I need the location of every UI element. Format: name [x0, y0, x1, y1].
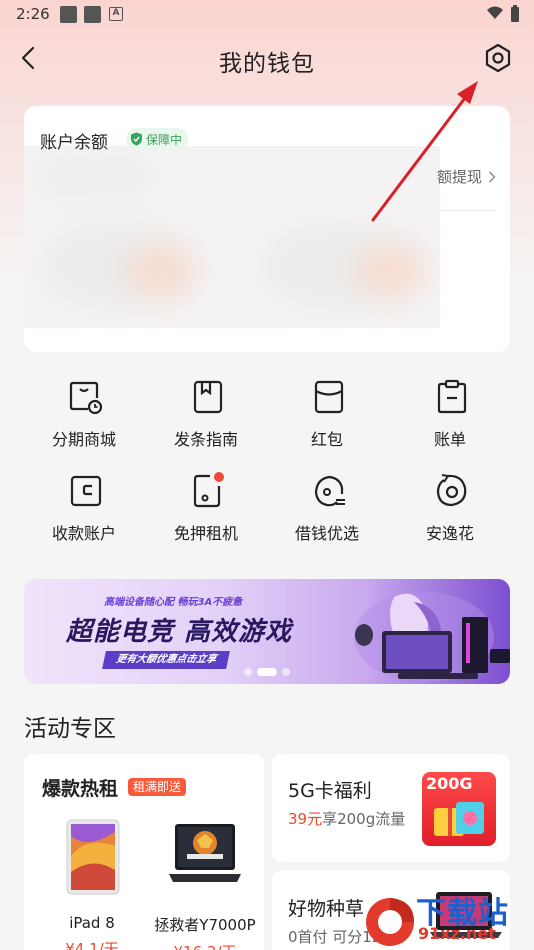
withdraw-link[interactable]: 额提现: [437, 166, 496, 187]
notification-icon: [84, 6, 101, 23]
blurred-balance-area: [24, 146, 440, 328]
card-icon: [70, 475, 102, 507]
grid-item-deposit-free-rental[interactable]: 免押租机: [146, 470, 266, 550]
product-item[interactable]: 拯救者Y7000P ¥16.3/天: [150, 816, 260, 950]
gaming-setup-illustration: [354, 592, 510, 682]
grid-item-label: 借钱优选: [294, 524, 359, 543]
grid-item-label: 安逸花: [425, 524, 474, 543]
grid-item-anyihua[interactable]: 安逸花: [390, 470, 510, 550]
grid-item-installment-mall[interactable]: 分期商城: [24, 376, 144, 456]
status-time: 2:26: [16, 5, 50, 23]
grid-item-label: 分期商城: [51, 430, 116, 449]
grid-item-label: 收款账户: [51, 524, 116, 543]
product-name: 拯救者Y7000P: [154, 916, 256, 934]
grid-item-label: 免押租机: [173, 524, 238, 543]
product-name: iPad 8: [69, 914, 115, 932]
sim-promo-desc: 39元享200g流量: [288, 808, 405, 829]
protection-badge: 保障中: [126, 128, 189, 150]
product-price: ¥16.3/天: [150, 941, 260, 950]
battery-icon: [511, 5, 519, 22]
app-notification-icon: A: [109, 7, 123, 21]
banner-subtitle: 高端设备随心配 畅玩3A不疲惫: [104, 597, 243, 608]
pager-dot[interactable]: [244, 668, 252, 676]
sim-promo-image: 200G: [422, 772, 496, 846]
notification-icon: [60, 6, 77, 23]
gear-icon: [485, 43, 511, 73]
circle-swirl-icon: [436, 474, 467, 507]
section-title: 活动专区: [24, 716, 116, 742]
shield-check-icon: [131, 132, 142, 146]
balance-card[interactable]: 账户余额 保障中 额提现: [24, 106, 510, 352]
settings-button[interactable]: [482, 42, 514, 74]
goods-promo-title: 好物种草: [288, 898, 365, 920]
chevron-right-icon: [489, 171, 496, 182]
banner-title: 超能电竞 高效游戏: [66, 617, 293, 647]
grid-item-receive-account[interactable]: 收款账户: [24, 470, 144, 550]
coin-icon: [314, 475, 345, 507]
clipboard-icon: [437, 379, 467, 414]
page-title: 我的钱包: [219, 51, 315, 77]
pager-dot[interactable]: [282, 668, 290, 676]
envelope-icon: [314, 380, 344, 414]
grid-item-guide[interactable]: 发条指南: [146, 376, 266, 456]
protection-badge-label: 保障中: [146, 132, 183, 147]
grid-item-label: 发条指南: [173, 430, 238, 449]
promo-tag: 租满即送: [128, 778, 187, 796]
divider: [432, 210, 496, 211]
ipad-image: [66, 819, 120, 895]
banner-pager: [244, 668, 290, 676]
grid-item-loan[interactable]: 借钱优选: [267, 470, 387, 550]
grid-item-bill[interactable]: 账单: [390, 376, 510, 456]
status-bar: 2:26 A: [0, 0, 534, 30]
laptop-image: [169, 824, 241, 882]
sim-promo-price: 39元: [288, 810, 323, 828]
site-watermark: 下载站 91xz.net: [362, 888, 534, 950]
bag-clock-icon: [69, 381, 103, 415]
bookmark-icon: [193, 380, 223, 414]
sim-card-promo[interactable]: 5G卡福利 39元享200g流量 200G: [272, 754, 510, 862]
wifi-icon: [487, 6, 503, 19]
phone-dot-icon: [193, 472, 224, 508]
gift-box-icon: [434, 802, 484, 836]
watermark-logo-icon: [366, 898, 414, 946]
watermark-url: 91xz.net: [418, 924, 496, 943]
hot-rental-title: 爆款热租: [42, 778, 119, 800]
product-price: ¥4.1/天: [65, 940, 119, 950]
sim-promo-title: 5G卡福利: [288, 780, 372, 802]
banner-cta[interactable]: 更有大额优惠点击立享: [102, 651, 230, 669]
balance-label: 账户余额: [40, 133, 108, 153]
promo-banner[interactable]: 高端设备随心配 畅玩3A不疲惫 超能电竞 高效游戏 更有大额优惠点击立享: [24, 579, 510, 684]
top-bar: 我的钱包: [0, 30, 534, 90]
grid-item-label: 红包: [310, 430, 343, 449]
withdraw-label: 额提现: [436, 168, 482, 186]
grid-item-red-packet[interactable]: 红包: [267, 376, 387, 456]
pager-dot-active[interactable]: [257, 668, 277, 676]
grid-item-label: 账单: [433, 430, 466, 449]
hot-rental-card[interactable]: 爆款热租 租满即送 iPad 8 ¥4.1/天 拯救者Y7000P ¥16.3/…: [24, 754, 264, 950]
product-item[interactable]: iPad 8 ¥4.1/天: [42, 816, 142, 950]
sim-promo-detail: 享200g流量: [322, 810, 406, 828]
data-badge: 200G: [426, 774, 473, 793]
